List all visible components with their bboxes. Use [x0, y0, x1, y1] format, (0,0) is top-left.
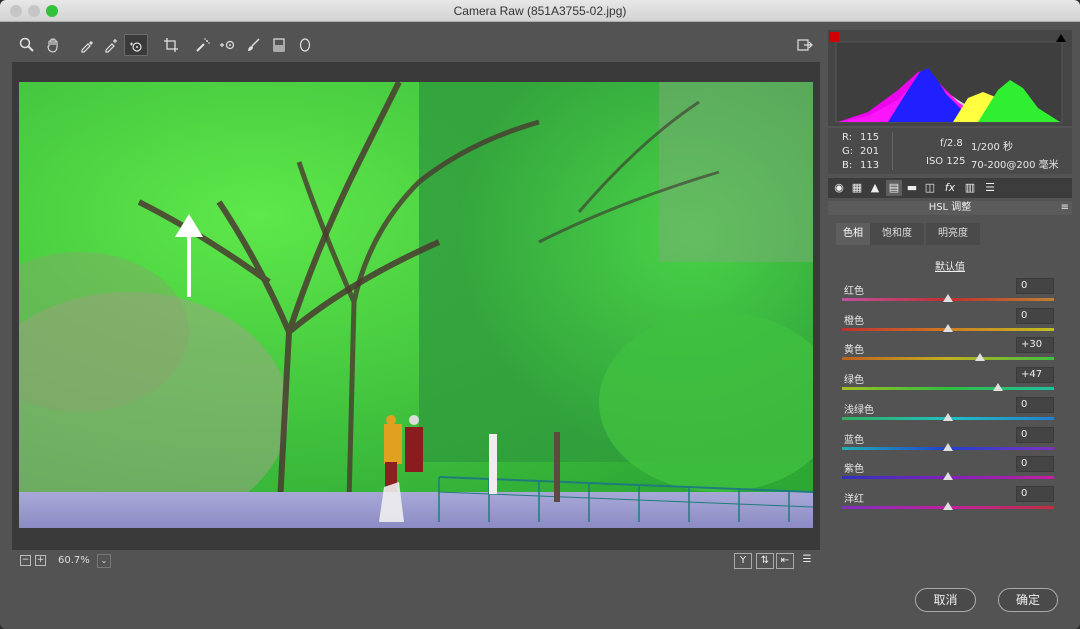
slider-row: 红色 0	[842, 278, 1054, 310]
slider-value-field[interactable]: 0	[1016, 426, 1054, 443]
swap-icon[interactable]: ⇅	[756, 553, 774, 569]
compare-view-button[interactable]: Y	[734, 553, 752, 569]
zoom-out-button[interactable]: −	[20, 555, 31, 566]
graduated-filter-icon[interactable]	[268, 34, 290, 56]
lens-info: 70-200@200 毫米	[971, 160, 1059, 171]
tone-curve-icon[interactable]: ▦	[849, 180, 865, 196]
detail-icon[interactable]: ▲	[867, 180, 883, 196]
slider-row: 紫色 0	[842, 456, 1054, 488]
hand-icon[interactable]	[42, 34, 64, 56]
title-bar: Camera Raw (851A3755-02.jpg)	[0, 0, 1080, 22]
slider-row: 蓝色 0	[842, 426, 1054, 459]
b-value: 113	[860, 160, 880, 171]
presets-icon[interactable]: ☰	[982, 180, 998, 196]
slider-thumb[interactable]	[992, 383, 1003, 392]
slider-label: 绿色	[844, 375, 864, 387]
camera-raw-window: Camera Raw (851A3755-02.jpg) − + 60.7% ⌄…	[0, 0, 1080, 629]
spot-removal-icon[interactable]	[192, 34, 214, 56]
red-eye-icon[interactable]	[216, 34, 238, 56]
shutter-speed: 1/200 秒	[971, 142, 1013, 153]
slider-label: 黄色	[844, 345, 864, 357]
radial-filter-icon[interactable]	[294, 34, 316, 56]
zoom-icon[interactable]	[16, 34, 38, 56]
g-label: G:	[842, 146, 854, 157]
default-link[interactable]: 默认值	[828, 258, 1072, 273]
slider-value-field[interactable]: 0	[1016, 307, 1054, 324]
panel-tabs: ◉ ▦ ▲ ▤ ▬ ◫ fx ▥ ☰	[828, 178, 1072, 198]
b-label: B:	[842, 160, 853, 171]
hsl-subtabs: 色相 饱和度 明亮度	[836, 223, 1072, 245]
right-panel: R: 115 G: 201 B: 113 f/2.8 1/200 秒 ISO 1…	[828, 30, 1072, 574]
slider-row: 绿色 +47	[842, 367, 1054, 399]
basic-icon[interactable]: ◉	[831, 180, 847, 196]
crop-icon[interactable]	[160, 34, 182, 56]
slider-value-field[interactable]: 0	[1016, 396, 1054, 413]
camera-calibration-icon[interactable]: ▥	[962, 180, 978, 196]
lens-icon[interactable]: ◫	[922, 180, 938, 196]
status-bar: − + 60.7% ⌄ Y ⇅ ⇤ ☰	[12, 552, 820, 572]
effects-icon[interactable]: fx	[942, 180, 958, 196]
ok-button[interactable]: 确定	[998, 588, 1058, 612]
slider-track[interactable]	[842, 387, 1054, 391]
slider-row: 浅绿色 0	[842, 396, 1054, 429]
histogram	[828, 30, 1072, 126]
zoom-in-button[interactable]: +	[35, 555, 46, 566]
zoom-level: 60.7%	[58, 555, 90, 566]
open-export-icon[interactable]	[794, 34, 816, 56]
targeted-adjustment-icon[interactable]	[124, 34, 148, 56]
slider-label: 紫色	[844, 464, 864, 476]
aperture: f/2.8	[940, 138, 963, 149]
slider-thumb[interactable]	[943, 472, 953, 481]
slider-track[interactable]	[842, 357, 1054, 361]
color-sampler-icon[interactable]	[100, 34, 122, 56]
adjustment-brush-icon[interactable]	[242, 34, 264, 56]
slider-value-field[interactable]: 0	[1016, 456, 1054, 473]
cancel-button[interactable]: 取消	[915, 588, 976, 612]
white-balance-icon[interactable]	[76, 34, 98, 56]
photo-preview[interactable]	[19, 82, 813, 528]
slider-row: 黄色 +30	[842, 337, 1054, 369]
slider-thumb[interactable]	[943, 323, 953, 332]
r-value: 115	[860, 132, 880, 143]
copy-settings-icon[interactable]: ⇤	[776, 553, 794, 569]
slider-label: 浅绿色	[844, 404, 874, 416]
slider-value-field[interactable]: 0	[1016, 485, 1054, 502]
zoom-dropdown[interactable]: ⌄	[97, 554, 111, 568]
slider-label: 蓝色	[844, 434, 864, 446]
slider-row: 橙色 0	[842, 307, 1054, 340]
color-readout: R: 115 G: 201 B: 113 f/2.8 1/200 秒 ISO 1…	[828, 128, 1072, 174]
r-label: R:	[842, 132, 853, 143]
slider-thumb[interactable]	[943, 294, 953, 302]
slider-label: 橙色	[844, 315, 864, 327]
panel-menu-icon[interactable]: ≡	[1061, 202, 1069, 213]
section-title: HSL 调整	[828, 201, 1072, 215]
slider-thumb[interactable]	[943, 442, 953, 451]
preview-settings-icon[interactable]: ☰	[798, 553, 816, 569]
g-value: 201	[860, 146, 880, 157]
hsl-icon[interactable]: ▤	[886, 180, 902, 196]
slider-value-field[interactable]: +30	[1016, 337, 1054, 354]
toolbar	[12, 32, 820, 60]
slider-value-field[interactable]: +47	[1016, 367, 1054, 384]
slider-label: 洋红	[844, 493, 864, 505]
window-title: Camera Raw (851A3755-02.jpg)	[453, 4, 627, 18]
slider-label: 红色	[844, 286, 864, 297]
slider-thumb[interactable]	[943, 501, 953, 510]
slider-value-field[interactable]: 0	[1016, 278, 1054, 294]
slider-row: 洋红 0	[842, 485, 1054, 518]
tab-luminance[interactable]: 明亮度	[926, 223, 980, 245]
split-toning-icon[interactable]: ▬	[904, 180, 920, 196]
iso: ISO 125	[926, 156, 966, 167]
tab-saturation[interactable]: 饱和度	[870, 223, 924, 245]
slider-thumb[interactable]	[943, 412, 953, 421]
tab-hue[interactable]: 色相	[836, 223, 870, 245]
slider-thumb[interactable]	[974, 353, 985, 362]
